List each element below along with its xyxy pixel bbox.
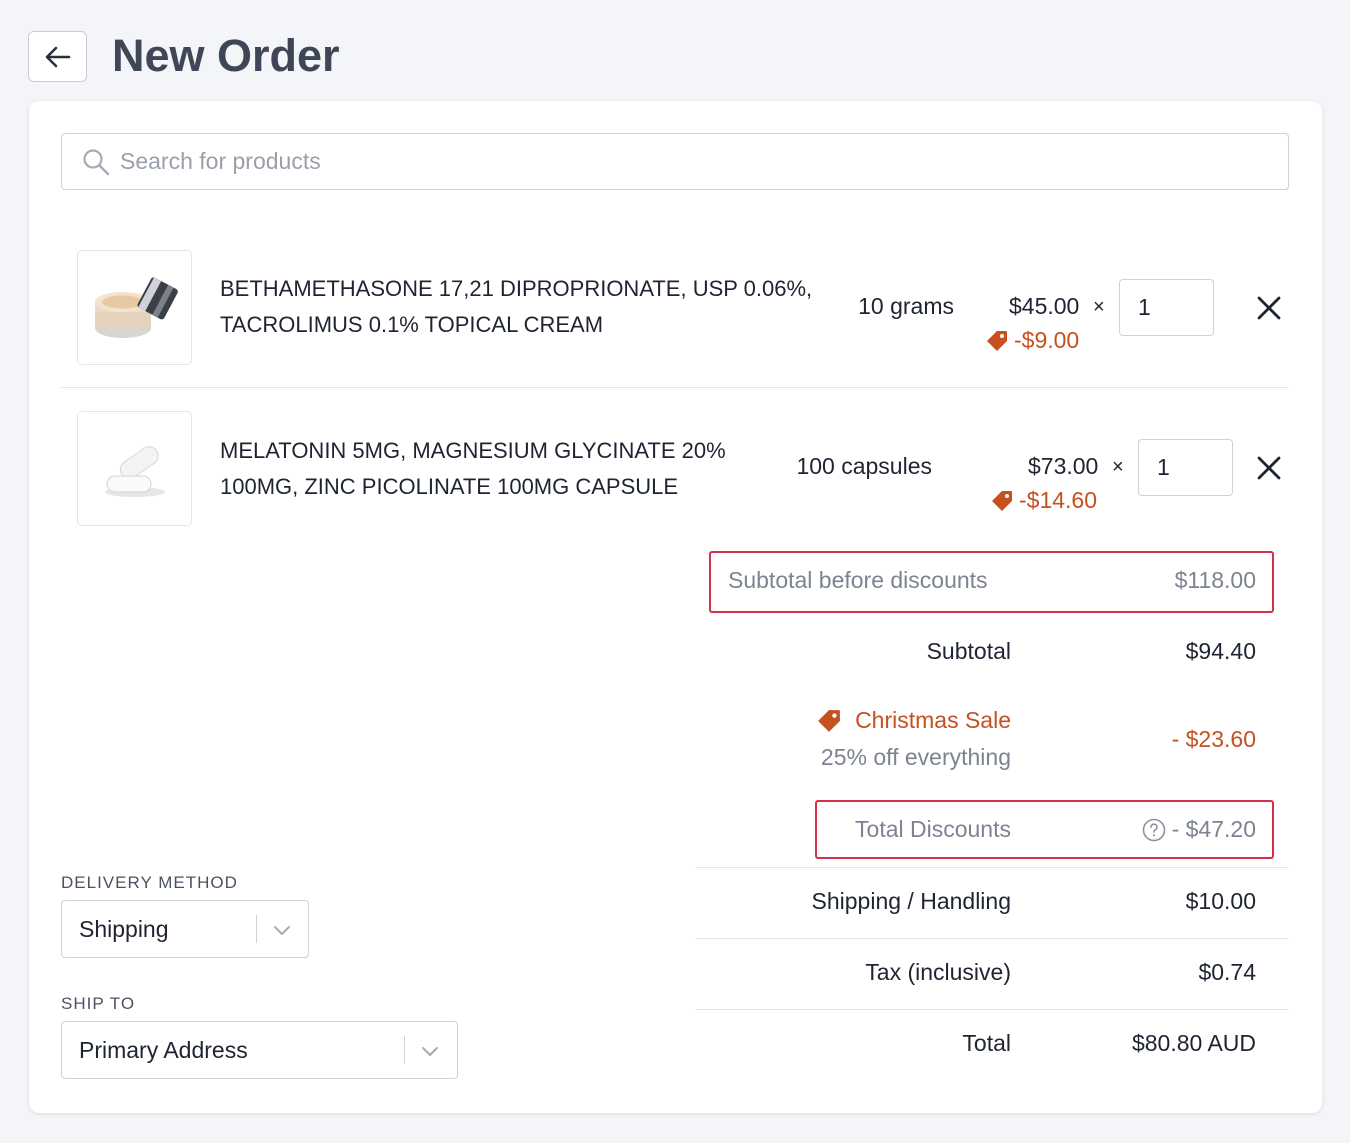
product-name: BETHAMETHASONE 17,21 DIPROPRIONATE, USP … [220, 271, 820, 343]
product-name-line: BETHAMETHASONE 17,21 DIPROPRIONATE, USP … [220, 276, 813, 301]
subtotal-before-value: $118.00 [1174, 567, 1256, 593]
product-name: MELATONIN 5MG, MAGNESIUM GLYCINATE 20% 1… [220, 433, 740, 505]
product-thumbnail [77, 250, 192, 365]
shipping-value: $10.00 [1185, 888, 1256, 914]
summary-divider [695, 1009, 1289, 1010]
product-name-line: TACROLIMUS 0.1% TOPICAL CREAM [220, 312, 604, 337]
capsules-image [104, 445, 165, 497]
promo-description: 25% off everything [820, 744, 1011, 770]
back-arrow-icon [45, 46, 70, 67]
subtotal-value: $94.40 [1185, 638, 1256, 664]
tax-value: $0.74 [1198, 959, 1256, 985]
discount-amount: -$9.00 [1014, 327, 1080, 353]
product-search[interactable] [61, 133, 1289, 190]
promo-row: Christmas Sale 25% off everything - $23.… [695, 707, 1289, 777]
multiply-sign: × [1112, 456, 1124, 478]
product-size: 100 capsules [796, 453, 932, 479]
promo-title: Christmas Sale [855, 707, 1011, 733]
chevron-down-icon [274, 926, 290, 935]
cream-jar-image [94, 276, 178, 338]
multiply-sign: × [1093, 296, 1105, 318]
close-icon[interactable] [1255, 454, 1283, 482]
total-value: $80.80 AUD [1131, 1030, 1256, 1056]
product-thumbnail [77, 411, 192, 526]
discount-amount: -$14.60 [1019, 487, 1098, 513]
search-input[interactable] [120, 148, 1220, 175]
back-button[interactable] [28, 31, 87, 82]
total-discounts-label: Total Discounts [855, 816, 1011, 842]
summary-divider [695, 867, 1289, 868]
order-line-item: MELATONIN 5MG, MAGNESIUM GLYCINATE 20% 1… [61, 401, 1289, 541]
unit-price: $45.00 [1009, 293, 1080, 319]
tag-icon [818, 709, 840, 732]
total-discounts-amount: - $47.20 [1171, 816, 1256, 842]
line-discount: -$14.60 [991, 487, 1097, 514]
search-icon [83, 148, 110, 175]
unit-price: $73.00 [1028, 453, 1099, 479]
total-label: Total [962, 1030, 1011, 1056]
promo-name: Christmas Sale [817, 707, 1011, 734]
delivery-method-value: Shipping [79, 915, 169, 942]
help-circle-icon[interactable] [1142, 818, 1166, 842]
subtotal-label: Subtotal [926, 638, 1011, 664]
shipping-label: Shipping / Handling [811, 888, 1011, 914]
product-size: 10 grams [858, 293, 954, 319]
close-icon[interactable] [1255, 294, 1283, 322]
ship-to-value: Primary Address [79, 1036, 248, 1063]
ship-to-label: SHIP TO [61, 994, 136, 1013]
tag-icon [992, 490, 1012, 511]
tax-label: Tax (inclusive) [865, 959, 1011, 985]
subtotal-before-label: Subtotal before discounts [728, 567, 988, 593]
order-line-item: BETHAMETHASONE 17,21 DIPROPRIONATE, USP … [61, 241, 1289, 388]
total-discounts-value: - $47.20 [1142, 816, 1256, 843]
page-title: New Order [112, 30, 340, 81]
product-name-line: MELATONIN 5MG, MAGNESIUM GLYCINATE 20% [220, 438, 726, 463]
select-separator [404, 1036, 405, 1064]
promo-value: - $23.60 [1171, 726, 1256, 752]
quantity-input[interactable] [1138, 439, 1233, 496]
delivery-method-label: DELIVERY METHOD [61, 873, 238, 892]
select-separator [256, 915, 257, 943]
chevron-down-icon [422, 1047, 438, 1056]
product-name-line: 100MG, ZINC PICOLINATE 100MG CAPSULE [220, 474, 679, 499]
delivery-method-select[interactable]: Shipping [61, 900, 309, 958]
quantity-input[interactable] [1119, 279, 1214, 336]
order-card: BETHAMETHASONE 17,21 DIPROPRIONATE, USP … [29, 101, 1322, 1113]
tag-icon [987, 330, 1007, 351]
summary-divider [695, 938, 1289, 939]
line-discount: -$9.00 [986, 327, 1079, 354]
ship-to-select[interactable]: Primary Address [61, 1021, 458, 1079]
